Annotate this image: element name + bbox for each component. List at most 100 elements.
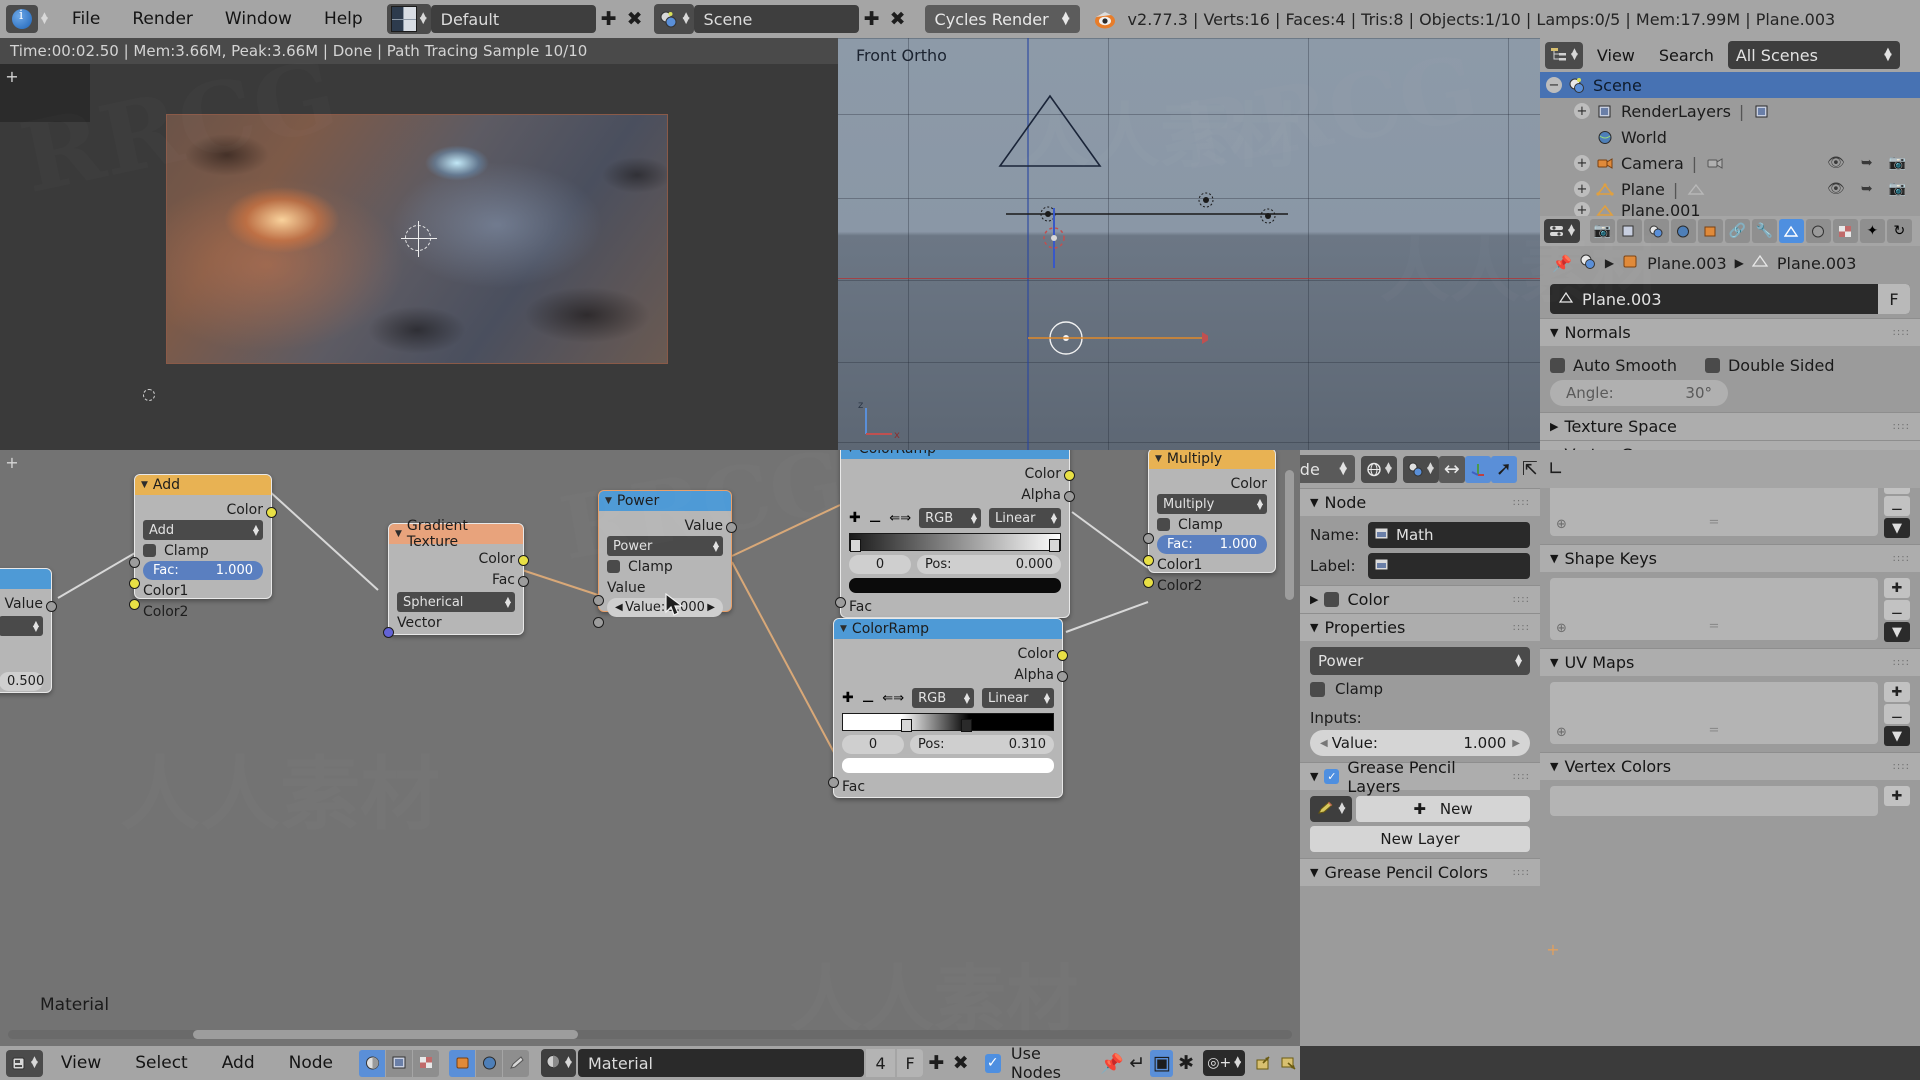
panel-header-color[interactable]: ▶ Color ::::: [1300, 585, 1540, 613]
use-nodes-checkbox[interactable]: ✓: [984, 1053, 1001, 1073]
image-editor-render-result[interactable]: + z x (1) Plane.003: [0, 64, 838, 450]
scene-delete-icon[interactable]: ✖: [885, 6, 911, 33]
input-socket-fac[interactable]: [129, 557, 140, 568]
node-editor-hscrollbar[interactable]: [8, 1030, 1292, 1039]
node-editor-sidebar[interactable]: ▼ Node :::: Name: Math Label: ▶ Color ::…: [1300, 488, 1540, 1046]
input-socket-color1[interactable]: [129, 578, 140, 589]
material-users-count[interactable]: 4: [865, 1049, 896, 1077]
shape-key-specials-button[interactable]: ▼: [1884, 622, 1910, 642]
uv-map-specials-button[interactable]: ▼: [1884, 726, 1910, 746]
output-socket-color[interactable]: [518, 555, 529, 566]
gradient-type-select[interactable]: Spherical ▲ ▼: [397, 592, 515, 612]
flip-icon[interactable]: ⇐⇒: [882, 691, 904, 706]
input-value-field[interactable]: ◀ Value: 1.000 ▶: [1310, 730, 1530, 756]
properties-tab-particles[interactable]: ✦: [1859, 219, 1885, 243]
output-socket-color[interactable]: [266, 507, 277, 518]
plus-icon[interactable]: ✚: [849, 510, 861, 526]
node-editor[interactable]: Value ▲ ▼ 0.500 ▼ Add Color Add ▲ ▼ Clamp …: [0, 450, 1300, 1046]
collapse-triangle-icon[interactable]: ▼: [141, 480, 148, 490]
panel-header-normals[interactable]: ▼ Normals ::::: [1540, 318, 1920, 346]
value-node-field[interactable]: 0.500: [0, 672, 44, 691]
collapse-triangle-icon[interactable]: ▼: [1155, 454, 1162, 464]
node-header[interactable]: [0, 569, 51, 589]
colorramp-stop[interactable]: [850, 539, 861, 552]
input-socket-fac[interactable]: [1143, 533, 1154, 544]
color-toggle-checkbox[interactable]: [1324, 592, 1340, 607]
scene-name[interactable]: Scene: [693, 5, 859, 33]
remove-shape-key-button[interactable]: ⚊: [1884, 600, 1910, 620]
node-header[interactable]: ▼ Power: [599, 491, 731, 511]
mesh-data-icon[interactable]: [1686, 180, 1706, 198]
colorramp-index-field[interactable]: 0: [842, 735, 904, 754]
blend-mode-select[interactable]: Multiply ▲ ▼: [1157, 494, 1267, 514]
new-grease-pencil-button[interactable]: ✚ New: [1356, 796, 1530, 822]
collapse-triangle-icon[interactable]: ▼: [395, 529, 402, 539]
grease-pencil-datablock-select[interactable]: ▲ ▼: [1310, 796, 1352, 822]
input-socket-vector[interactable]: [383, 627, 394, 638]
outliner-editor-icon[interactable]: ▲ ▼: [1545, 41, 1583, 69]
collapse-triangle-icon[interactable]: ▼: [840, 624, 847, 634]
scene-spinner[interactable]: ▲ ▼: [683, 12, 690, 26]
colorramp-stop[interactable]: [1049, 539, 1060, 552]
manipulator-extra-icon[interactable]: ∟: [1543, 456, 1569, 483]
colorramp-pos-field[interactable]: Pos: 0.310: [910, 735, 1054, 754]
plus-icon[interactable]: ✚: [925, 1050, 947, 1077]
node-editor-icon[interactable]: ▲ ▼: [6, 1049, 43, 1077]
menu-render[interactable]: Render: [116, 9, 209, 29]
menu-help[interactable]: Help: [308, 9, 379, 29]
shader-icon[interactable]: [359, 1049, 386, 1077]
screen-layout-spinner[interactable]: ▲ ▼: [420, 12, 427, 26]
fac-slider[interactable]: Fac: 1.000: [1157, 535, 1267, 554]
node-header[interactable]: ▼ ColorRamp: [841, 450, 1069, 459]
properties-tab-data[interactable]: [1778, 219, 1804, 243]
properties-tab-world[interactable]: [1670, 219, 1696, 243]
clamp-checkbox[interactable]: Clamp: [1157, 514, 1267, 535]
properties-tab-render[interactable]: 📷: [1589, 219, 1615, 243]
blender-info-icon[interactable]: [6, 5, 38, 33]
add-vertex-color-button[interactable]: ✚: [1884, 786, 1910, 806]
outliner-row-renderlayers[interactable]: + RenderLayers |: [1540, 98, 1920, 124]
pin-icon[interactable]: 📌: [1100, 1050, 1124, 1077]
panel-header-uv-maps[interactable]: ▼ UV Maps ::::: [1540, 648, 1920, 676]
material-datablock-select[interactable]: ▲ ▼: [541, 1049, 576, 1077]
node-menu-node[interactable]: Node: [273, 1053, 349, 1073]
colorramp-color-mode[interactable]: RGB ▲ ▼: [919, 508, 982, 528]
shape-keys-list[interactable]: ⊕ =: [1550, 578, 1878, 640]
properties-tab-constraints[interactable]: 🔗: [1724, 219, 1750, 243]
input-socket-value2[interactable]: [593, 617, 604, 628]
new-layer-button[interactable]: New Layer: [1310, 826, 1530, 852]
list-grip-icon[interactable]: =: [1709, 515, 1720, 530]
properties-tab-scene[interactable]: [1643, 219, 1669, 243]
clamp-checkbox[interactable]: Clamp: [143, 540, 263, 561]
panel-header-shape-keys[interactable]: ▼ Shape Keys ::::: [1540, 544, 1920, 572]
camera-object[interactable]: [988, 88, 1108, 178]
input-socket-color1[interactable]: [1143, 555, 1154, 566]
input-socket-value1[interactable]: [593, 595, 604, 606]
output-socket-fac[interactable]: [518, 576, 529, 587]
output-socket-alpha[interactable]: [1064, 491, 1075, 502]
backdrop-in-icon[interactable]: [1253, 1050, 1275, 1077]
add-corner-icon-props[interactable]: +: [1545, 940, 1561, 959]
input-socket-fac[interactable]: [828, 777, 839, 788]
remove-vertex-group-button[interactable]: ⚊: [1884, 496, 1910, 516]
node-header[interactable]: ▼ Gradient Texture: [389, 518, 523, 550]
properties-tab-texture[interactable]: [1832, 219, 1858, 243]
flip-icon[interactable]: ⇐⇒: [889, 511, 911, 526]
minus-icon[interactable]: ⚊: [862, 690, 875, 706]
output-socket-color[interactable]: [1064, 470, 1075, 481]
output-socket[interactable]: [46, 601, 57, 612]
collapse-triangle-icon[interactable]: ▼: [605, 496, 612, 506]
node-header[interactable]: ▼ Multiply: [1149, 450, 1275, 469]
eye-icon[interactable]: 👁: [1827, 181, 1845, 197]
plus-icon[interactable]: ✚: [842, 690, 854, 706]
material-fake-user-button[interactable]: F: [897, 1049, 924, 1077]
snap-node-icon[interactable]: ▣: [1150, 1049, 1173, 1077]
backdrop-out-icon[interactable]: [1278, 1050, 1300, 1077]
value-node[interactable]: Value ▲ ▼ 0.500: [0, 568, 57, 693]
menu-window[interactable]: Window: [209, 9, 308, 29]
properties-editor[interactable]: ▲ ▼ 📷 🔗 🔧 ✦ ↻ 📌 ▶ Plane.003 ▶ Plane.003 …: [1540, 216, 1920, 1046]
camera-render-icon[interactable]: 📷: [1889, 181, 1906, 197]
colorramp-color-mode[interactable]: RGB ▲ ▼: [912, 688, 975, 708]
render-engine-select[interactable]: Cycles Render ▲ ▼: [924, 5, 1080, 33]
expand-list-icon[interactable]: ⊕: [1556, 517, 1567, 532]
